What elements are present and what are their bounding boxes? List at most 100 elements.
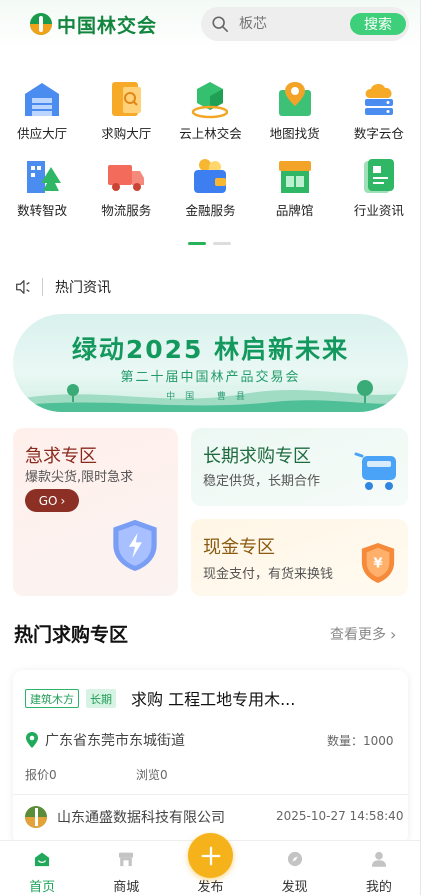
news-ticker[interactable]: 热门资讯 xyxy=(14,276,111,298)
home-icon xyxy=(35,852,50,867)
zone-cash-card[interactable]: 现金专区 现金支付，有货来换钱 ¥ xyxy=(191,519,408,596)
purchase-listing-card[interactable]: 建筑木方 长期 求购 工程工地专用木... 广东省东莞市东城街道 数量：1000… xyxy=(13,670,408,845)
divider xyxy=(42,278,43,296)
category-label: 金融服务 xyxy=(185,203,236,218)
view-more-label: 查看更多 xyxy=(330,627,386,643)
brand-store-icon xyxy=(278,161,311,193)
category-tag: 建筑木方 xyxy=(25,689,79,708)
divider xyxy=(13,794,408,795)
shopping-cart-icon xyxy=(354,452,396,490)
chevron-right-icon: › xyxy=(390,624,397,644)
category-purchase-hall[interactable]: 求购大厅 xyxy=(84,78,168,155)
store-icon xyxy=(119,852,134,867)
view-more-link[interactable]: 查看更多 › xyxy=(330,624,396,644)
cloud-storage-icon xyxy=(364,83,393,115)
go-button[interactable]: GO › xyxy=(25,489,79,512)
grid-pager xyxy=(188,242,231,245)
lightning-shield-icon xyxy=(113,519,157,571)
category-digital-warehouse[interactable]: 数字云仓 xyxy=(337,78,421,155)
category-logistics[interactable]: 物流服务 xyxy=(84,155,168,232)
speaker-icon xyxy=(16,280,30,294)
banner-location: 中国 曹县 xyxy=(166,392,255,402)
pager-dot-active[interactable] xyxy=(188,242,206,245)
warehouse-icon xyxy=(25,83,60,116)
category-label: 品牌馆 xyxy=(275,203,314,218)
search-button[interactable]: 搜索 xyxy=(350,13,406,35)
category-industry-news[interactable]: 行业资讯 xyxy=(337,155,421,232)
banner-subtitle: 第二十届中国林产品交易会 xyxy=(120,370,301,385)
banner-title: 绿动2025 林启新未来 xyxy=(71,335,350,364)
tab-label: 发布 xyxy=(197,880,224,895)
promo-banner[interactable]: 绿动2025 林启新未来 第二十届中国林产品交易会 中国 曹县 xyxy=(13,314,408,412)
svg-text:¥: ¥ xyxy=(373,557,383,572)
category-map-search[interactable]: 地图找货 xyxy=(253,78,337,155)
zone-urgent-title: 急求专区 xyxy=(25,446,97,467)
tab-label: 首页 xyxy=(29,880,56,895)
category-label: 云上林交会 xyxy=(179,126,242,141)
view-count: 浏览0 xyxy=(136,768,168,782)
tab-discover[interactable]: 发现 xyxy=(253,841,337,895)
category-label: 数转智改 xyxy=(17,203,68,218)
category-finance[interactable]: 金融服务 xyxy=(168,155,252,232)
tab-label: 商城 xyxy=(113,880,140,895)
logo-text: 中国林交会 xyxy=(57,14,158,37)
category-label: 物流服务 xyxy=(101,203,152,218)
tab-home[interactable]: 首页 xyxy=(0,841,84,895)
go-button-label: GO xyxy=(38,493,58,508)
app-logo[interactable]: 中国林交会 xyxy=(30,11,157,38)
listing-title[interactable]: 求购 工程工地专用木... xyxy=(131,686,295,710)
category-label: 行业资讯 xyxy=(353,203,404,218)
purchase-doc-icon xyxy=(112,82,142,116)
category-cloud-fair[interactable]: 云上林交会 xyxy=(168,78,252,155)
listing-location: 广东省东莞市东城街道 xyxy=(25,730,185,750)
quantity-text: 数量：1000 xyxy=(327,734,394,748)
header: 中国林交会 搜索 xyxy=(0,0,421,48)
tab-mine[interactable]: 我的 xyxy=(337,841,421,895)
category-supply-hall[interactable]: 供应大厅 xyxy=(0,78,84,155)
zone-long-term-card[interactable]: 长期求购专区 稳定供货，长期合作 xyxy=(191,428,408,506)
news-doc-icon xyxy=(363,159,394,193)
digital-building-icon xyxy=(27,161,62,193)
tab-label: 我的 xyxy=(365,880,392,895)
search-input[interactable] xyxy=(239,16,350,32)
logo-mark-icon xyxy=(30,13,52,35)
chevron-right-icon: › xyxy=(60,493,66,508)
pager-dot[interactable] xyxy=(213,242,231,245)
zone-cash-desc: 现金支付，有货来换钱 xyxy=(203,567,334,582)
cloud-box-icon xyxy=(192,82,229,119)
category-digital-transform[interactable]: 数转智改 xyxy=(0,155,84,232)
zone-urgent-card[interactable]: 急求专区 爆款尖货,限时急求 GO › xyxy=(13,428,178,596)
plus-icon xyxy=(201,846,220,865)
category-label: 供应大厅 xyxy=(17,126,68,141)
wallet-icon xyxy=(194,159,227,193)
category-grid: 供应大厅 求购大厅 云上林交会 地图找货 数字云仓 数转智改 物流服务 金融服务… xyxy=(0,78,421,232)
zone-urgent-desc: 爆款尖货,限时急求 xyxy=(25,470,134,485)
yuan-shield-icon: ¥ xyxy=(361,543,395,583)
category-label: 求购大厅 xyxy=(101,126,152,141)
tab-label: 发现 xyxy=(281,880,308,895)
user-icon xyxy=(371,851,386,867)
category-label: 数字云仓 xyxy=(353,126,404,141)
company-info[interactable]: 山东通盛数据科技有限公司 xyxy=(25,806,225,828)
company-avatar xyxy=(25,806,47,828)
category-brand-hall[interactable]: 品牌馆 xyxy=(253,155,337,232)
compass-icon xyxy=(287,851,302,867)
zone-long-term-desc: 稳定供货，长期合作 xyxy=(203,474,321,489)
search-icon xyxy=(212,16,229,33)
location-pin-icon xyxy=(26,732,38,748)
quote-count: 报价0 xyxy=(25,768,57,782)
zone-cash-title: 现金专区 xyxy=(203,537,275,558)
company-name: 山东通盛数据科技有限公司 xyxy=(57,810,225,826)
news-title: 热门资讯 xyxy=(55,280,111,296)
publish-time: 2025-10-27 14:58:40 xyxy=(276,809,404,823)
map-pin-icon xyxy=(278,82,311,116)
publish-button[interactable] xyxy=(188,833,233,878)
location-text: 广东省东莞市东城街道 xyxy=(45,733,185,749)
zone-long-term-title: 长期求购专区 xyxy=(203,446,311,467)
category-label: 地图找货 xyxy=(269,126,320,141)
search-bar[interactable]: 搜索 xyxy=(201,7,409,41)
hot-section-title: 热门求购专区 xyxy=(14,624,129,646)
term-tag: 长期 xyxy=(86,689,116,708)
tab-mall[interactable]: 商城 xyxy=(84,841,168,895)
truck-icon xyxy=(108,165,145,191)
